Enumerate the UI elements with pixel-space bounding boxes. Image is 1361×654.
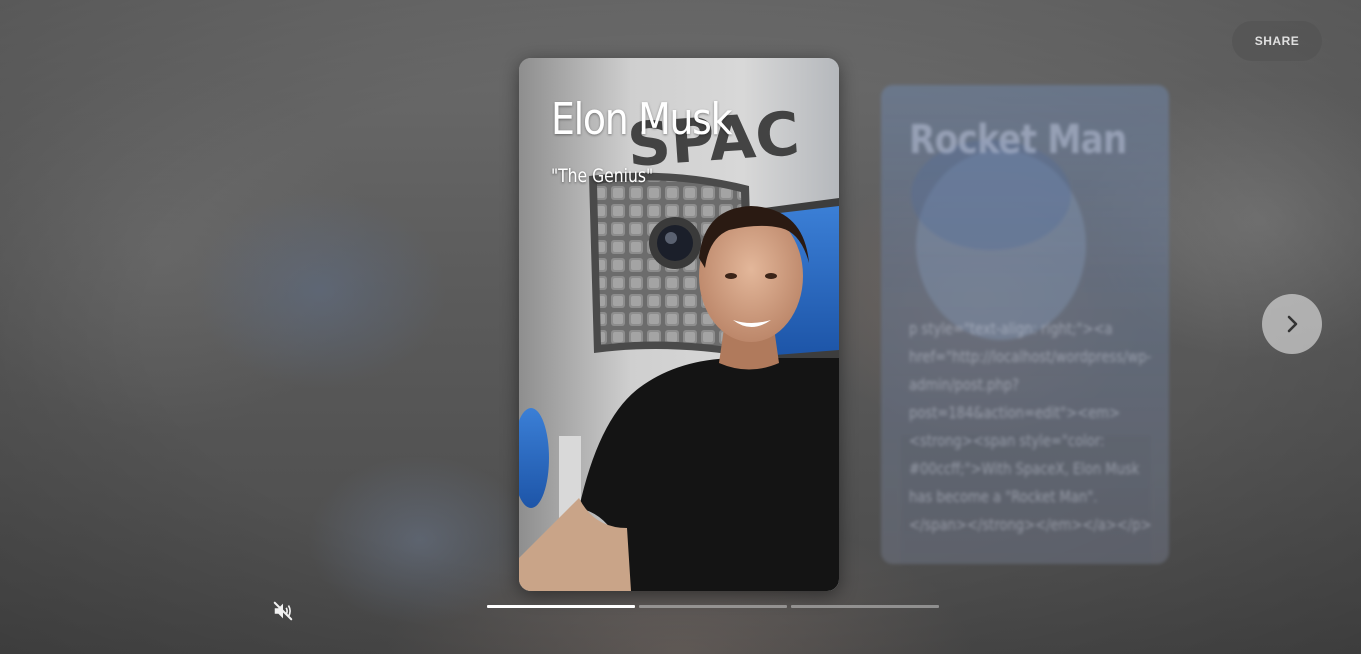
progress-fill [487,605,635,608]
next-story-title: Rocket Man [909,117,1127,163]
next-story-text: p style="text-align: right;"><a href="ht… [909,319,1152,534]
story-viewer: SHARE Rocket Man p style="text-align: ri… [0,0,1361,654]
story-title: Elon Musk [551,94,733,145]
chevron-right-icon [1287,315,1298,333]
next-story-button[interactable] [1262,294,1322,354]
current-story-card[interactable]: SPAC Elon Musk "The Genius" [519,58,839,591]
progress-segment [639,605,787,608]
story-subtitle: "The Genius" [551,165,654,187]
volume-muted-icon [273,601,293,621]
progress-segment [487,605,635,608]
share-button[interactable]: SHARE [1232,21,1322,61]
progress-segment [791,605,939,608]
next-story-card[interactable]: Rocket Man p style="text-align: right;">… [881,85,1169,564]
mute-button[interactable] [268,596,298,626]
story-progress [487,605,939,608]
